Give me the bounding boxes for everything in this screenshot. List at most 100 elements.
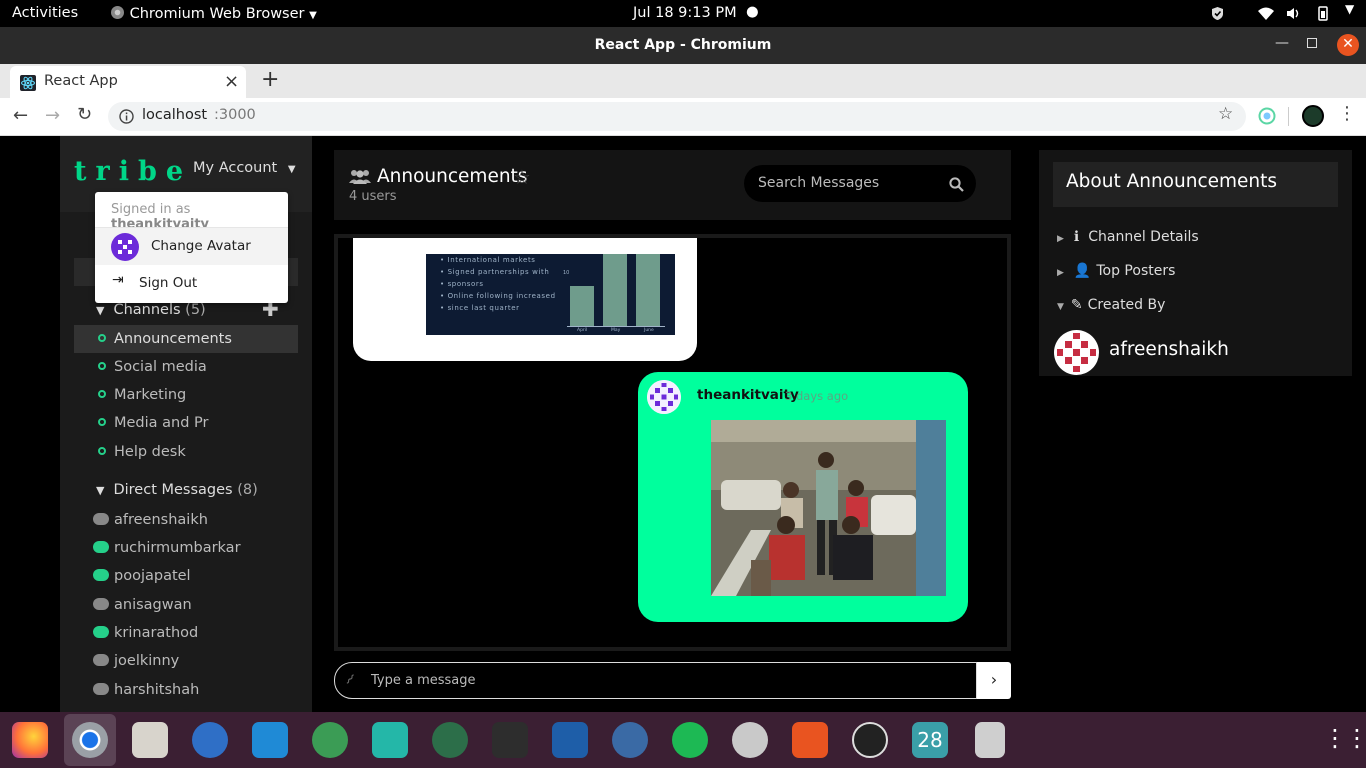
change-avatar-menu-item[interactable]: Change Avatar [95, 228, 288, 265]
postgresql-icon[interactable] [612, 722, 648, 758]
software-center-icon[interactable] [792, 722, 828, 758]
dm-item-afreenshaikh[interactable]: afreenshaikh [93, 506, 208, 534]
shield-icon[interactable] [1210, 6, 1225, 21]
wifi-icon[interactable] [1257, 6, 1275, 21]
channel-header: Announcements ☆ 4 users Search Messages [334, 150, 1011, 220]
reload-icon[interactable]: ↻ [77, 104, 92, 125]
extension-icon[interactable] [1258, 107, 1276, 125]
close-window-button[interactable]: ✕ [1337, 34, 1359, 56]
dm-item-harshitshah[interactable]: harshitshah [93, 676, 199, 704]
thunderbird-icon[interactable] [192, 722, 228, 758]
creator-name[interactable]: afreenshaikh [1109, 339, 1229, 360]
battery-icon[interactable] [1313, 5, 1333, 21]
tribe-app: tribe My Account ▼ ▼ Channels (5) ✚ Annou… [0, 136, 1366, 712]
window-titlebar: React App - Chromium — ✕ [0, 27, 1366, 64]
show-applications-icon[interactable]: ⋮⋮⋮ [1323, 724, 1366, 752]
vscode-icon[interactable] [252, 722, 288, 758]
slide-bullet: • International markets [440, 256, 536, 264]
obs-icon[interactable] [852, 722, 888, 758]
address-bar[interactable]: localhost :3000 ☆ [108, 102, 1246, 131]
calendar-icon[interactable]: 28 [912, 722, 948, 758]
tab-react-app[interactable]: React App × [10, 66, 246, 98]
chromium-icon[interactable] [72, 722, 108, 758]
about-title: About Announcements [1053, 162, 1338, 207]
channel-item-announcements[interactable]: Announcements [74, 325, 298, 353]
send-button[interactable]: › [977, 662, 1011, 699]
channels-header[interactable]: ▼ Channels (5) [96, 302, 206, 318]
message-card-own: theankitvaity 3 days ago [638, 372, 968, 622]
message-author[interactable]: theankitvaity [697, 387, 799, 403]
slide-bullet: • Signed partnerships with [440, 268, 550, 276]
tab-strip: React App × + [0, 64, 1366, 98]
my-account-button[interactable]: My Account ▼ [193, 160, 296, 176]
firefox-icon[interactable] [12, 722, 48, 758]
online-dot-icon [98, 418, 106, 426]
browser-menu-icon[interactable]: ⋮ [1338, 103, 1356, 124]
slide-content: • International markets • Signed partner… [426, 254, 675, 335]
group-photo-image[interactable] [711, 420, 946, 596]
dm-user-name: ruchirmumbarkar [114, 540, 241, 556]
accordion-channel-details[interactable]: ▶ ℹ Channel Details [1057, 229, 1199, 245]
dm-item-anisagwan[interactable]: anisagwan [93, 591, 192, 619]
clock[interactable]: Jul 18 9:13 PM [633, 5, 737, 21]
channels-label: Channels [113, 302, 181, 318]
activities-button[interactable]: Activities [12, 5, 78, 21]
app-menu-label: Chromium Web Browser [129, 6, 305, 22]
accordion-created-by[interactable]: ▼ ✎ Created By [1057, 297, 1165, 313]
close-tab-icon[interactable]: × [224, 71, 239, 92]
favorite-star-icon[interactable]: ☆ [513, 165, 531, 189]
profile-avatar[interactable] [1302, 105, 1324, 127]
chat-bubble-icon [93, 513, 109, 525]
app-menu[interactable]: Chromium Web Browser ▼ [110, 5, 317, 22]
vscodium-icon[interactable] [372, 722, 408, 758]
maximize-icon[interactable] [1307, 38, 1317, 48]
chart-slide-image[interactable]: • International markets • Signed partner… [426, 254, 675, 335]
info-circle-icon[interactable] [119, 109, 134, 124]
minimize-icon[interactable]: — [1275, 35, 1289, 51]
transmission-icon[interactable] [732, 722, 768, 758]
chat-bubble-icon [93, 598, 109, 610]
dm-item-krinarathod[interactable]: krinarathod [93, 619, 198, 647]
volume-icon[interactable] [1286, 6, 1302, 21]
message-time: 3 days ago [785, 389, 849, 403]
system-menu-chevron-icon[interactable]: ▼ [1345, 2, 1354, 16]
creator-avatar[interactable] [1054, 330, 1099, 375]
terminal-icon[interactable] [492, 722, 528, 758]
paperclip-icon[interactable]: ⌇ [342, 672, 358, 689]
back-arrow-icon[interactable]: ← [13, 105, 28, 126]
direct-messages-header[interactable]: ▼ Direct Messages (8) [96, 482, 258, 498]
accordion-top-posters[interactable]: ▶ 👤 Top Posters [1057, 263, 1175, 279]
channels-count: (5) [185, 302, 206, 318]
system-top-bar: Activities Chromium Web Browser ▼ Jul 18… [0, 0, 1366, 27]
message-input[interactable]: ⌇ Type a message [334, 662, 977, 699]
avatar[interactable] [647, 380, 681, 414]
url-port: :3000 [214, 107, 256, 123]
dm-item-poojapatel[interactable]: poojapatel [93, 562, 191, 590]
channel-item-help-desk[interactable]: Help desk [74, 438, 298, 466]
files-icon[interactable] [132, 722, 168, 758]
dm-user-name: afreenshaikh [114, 512, 208, 528]
writer-icon[interactable] [552, 722, 588, 758]
search-icon[interactable] [949, 177, 964, 192]
forward-arrow-icon[interactable]: → [45, 105, 60, 126]
dm-item-ruchirmumbarkar[interactable]: ruchirmumbarkar [93, 534, 241, 562]
spotify-icon[interactable] [672, 722, 708, 758]
new-tab-button[interactable]: + [261, 67, 279, 92]
bookmark-star-icon[interactable]: ☆ [1218, 104, 1233, 124]
url-host: localhost [142, 107, 208, 123]
message-placeholder: Type a message [371, 673, 476, 688]
dm-item-joelkinny[interactable]: joelkinny [93, 647, 179, 675]
channel-item-marketing[interactable]: Marketing [74, 381, 298, 409]
slide-month: May [611, 328, 621, 333]
messages-area: • International markets • Signed partner… [334, 234, 1011, 651]
channel-label: Social media [114, 359, 207, 375]
channel-item-media-and-pr[interactable]: Media and Pr [74, 409, 298, 437]
usb-drive-icon[interactable] [975, 722, 1005, 758]
slide-bullets: • International markets • Signed partner… [440, 254, 556, 314]
channel-item-social-media[interactable]: Social media [74, 353, 298, 381]
notification-dot-icon: ● [746, 4, 759, 20]
search-messages-input[interactable]: Search Messages [744, 165, 976, 202]
atom-icon[interactable] [312, 722, 348, 758]
android-studio-icon[interactable] [432, 722, 468, 758]
sign-out-menu-item[interactable]: ⇥ Sign Out [95, 265, 288, 301]
